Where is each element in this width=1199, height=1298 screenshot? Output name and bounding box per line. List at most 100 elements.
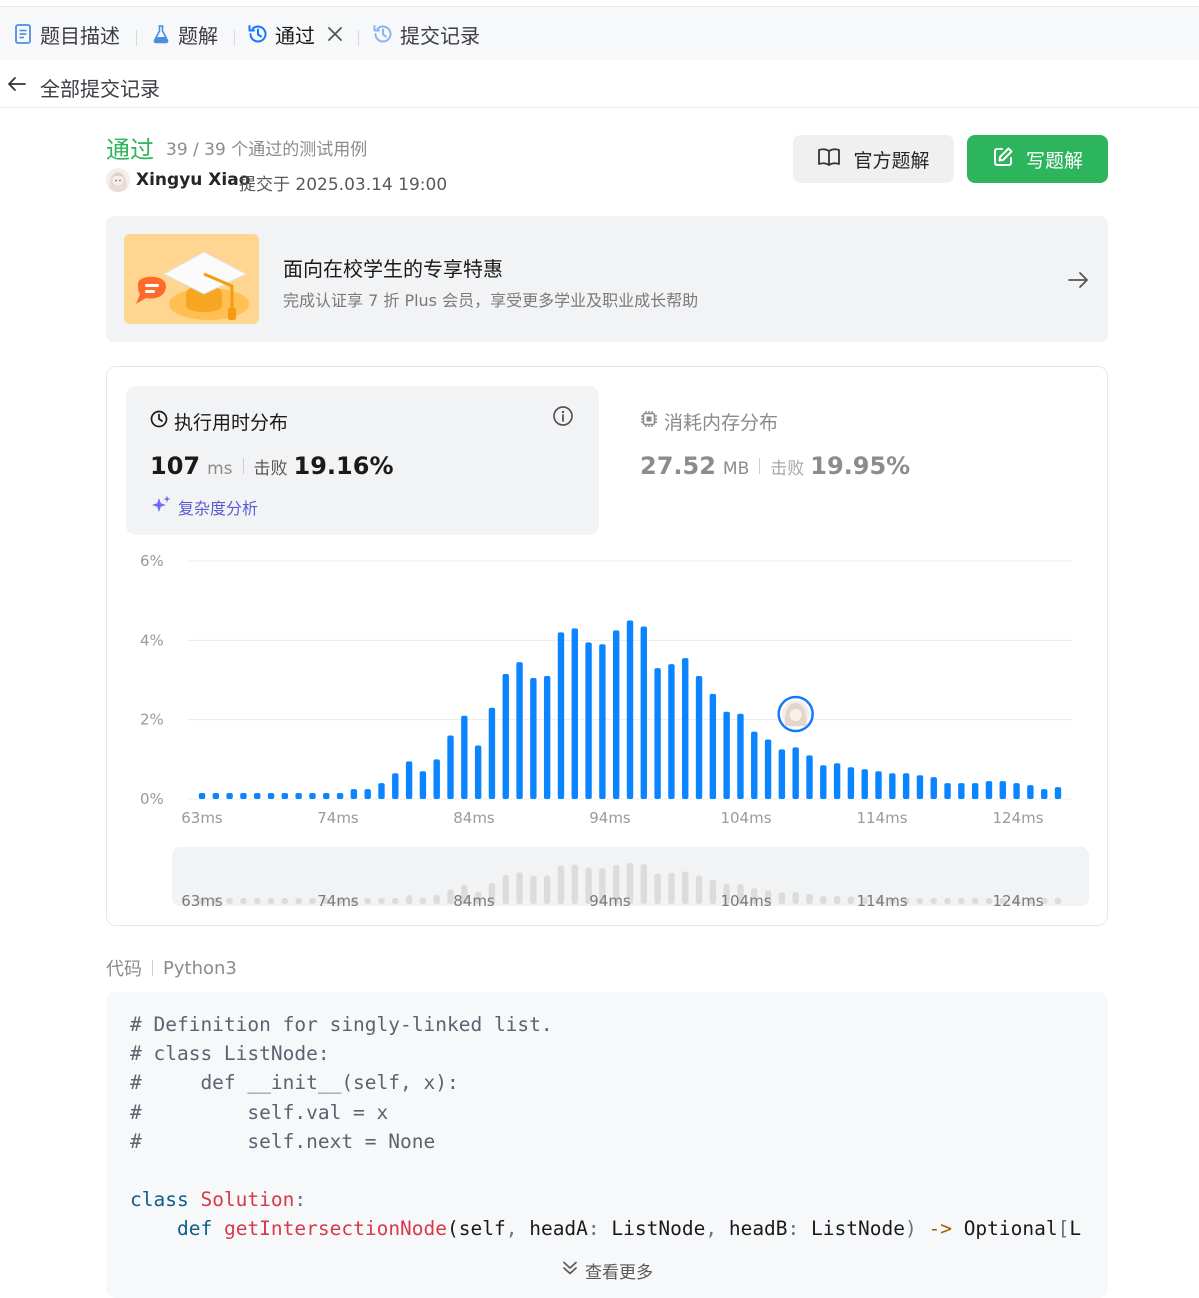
overview-bar	[405, 895, 413, 904]
overview-tick-label: 114ms	[856, 892, 907, 910]
overview-bar	[985, 898, 993, 904]
flask-icon	[150, 23, 172, 45]
histogram-bar	[350, 789, 358, 799]
avatar[interactable]	[106, 168, 130, 192]
official-solution-button[interactable]: 官方题解	[793, 135, 954, 183]
tab-label: 通过	[275, 23, 315, 48]
runtime-distribution-chart[interactable]: 6% 4% 2% 0% 63ms 74ms 84ms 94ms 104ms 114ms 124ms 6…	[107, 367, 1107, 925]
histogram-bar	[309, 793, 316, 799]
avatar-face	[789, 709, 802, 721]
histogram-bar	[516, 662, 523, 799]
close-icon[interactable]	[327, 7, 343, 61]
submitted-time: 提交于 2025.03.14 19:00	[239, 175, 448, 195]
overview-tick-label: 94ms	[589, 892, 631, 910]
x-tick-label: 74ms	[317, 809, 359, 827]
histogram-bar	[378, 783, 385, 799]
overview-bar	[847, 896, 855, 904]
histogram-bar	[985, 781, 993, 799]
histogram-bar	[999, 781, 1006, 799]
histogram-bar	[916, 775, 924, 799]
tab-divider	[234, 30, 235, 46]
histogram-bar	[433, 759, 440, 799]
tab-label: 题目描述	[40, 23, 120, 48]
overview-bar	[709, 879, 717, 904]
histogram-bar	[419, 771, 427, 799]
back-bar: 全部提交记录	[0, 60, 1199, 108]
histogram-bar	[682, 658, 689, 799]
histogram-bar	[281, 793, 289, 799]
tab-solutions[interactable]: 题解	[150, 7, 218, 61]
arrow-right-icon[interactable]	[1066, 268, 1090, 292]
histogram-bar	[640, 626, 648, 799]
username[interactable]: Xingyu Xiao	[136, 170, 250, 190]
student-promo-banner[interactable]: 面向在校学生的专享特惠 完成认证享 7 折 Plus 会员，享受更多学业及职业成…	[106, 216, 1108, 342]
overview-bar	[240, 898, 247, 904]
show-more-button[interactable]: 查看更多	[106, 1258, 1108, 1283]
performance-panel: 执行用时分布 107 ms 击败 19.16% 复杂度分析 消耗内存分布 27.…	[106, 366, 1108, 926]
histogram-bar	[695, 676, 703, 799]
histogram-bar	[1054, 787, 1062, 799]
histogram-bar	[902, 773, 910, 799]
write-solution-button[interactable]: 写题解	[967, 135, 1108, 183]
tab-accepted[interactable]: 通过	[247, 7, 315, 61]
submission-status: 通过	[106, 136, 154, 164]
overview-bar	[295, 898, 302, 904]
source-code[interactable]: # Definition for singly-linked list. # c…	[130, 1010, 1085, 1244]
overview-bar	[820, 896, 827, 904]
histogram-bar	[889, 773, 896, 799]
y-tick-label: 4%	[140, 631, 164, 649]
tab-label: 提交记录	[400, 23, 480, 48]
code-label: 代码	[106, 959, 142, 980]
show-more-label: 查看更多	[585, 1263, 653, 1283]
tab-divider	[358, 30, 359, 46]
code-language: Python3	[163, 957, 237, 979]
x-tick-label: 124ms	[992, 809, 1043, 827]
code-block[interactable]: # Definition for singly-linked list. # c…	[106, 992, 1108, 1298]
histogram-bar	[240, 793, 247, 799]
histogram-bar	[654, 668, 661, 799]
histogram-bar	[792, 747, 799, 799]
overview-bar	[944, 898, 951, 904]
histogram-bar	[502, 674, 509, 799]
tab-description[interactable]: 题目描述	[12, 7, 120, 61]
histogram-bar	[737, 713, 744, 799]
histogram-bar	[295, 793, 302, 799]
overview-tick-label: 74ms	[317, 892, 359, 910]
y-tick-label: 6%	[140, 552, 164, 570]
histogram-bar	[833, 763, 841, 799]
overview-bar	[971, 898, 979, 904]
overview-bar	[392, 898, 399, 904]
overview-bar	[668, 872, 675, 904]
histogram-bar	[626, 620, 634, 799]
x-tick-label: 114ms	[856, 809, 907, 827]
promo-subtitle: 完成认证享 7 折 Plus 会员，享受更多学业及职业成长帮助	[283, 291, 699, 310]
histogram-bar	[971, 783, 979, 799]
histogram-bar	[226, 793, 233, 799]
overview-bar	[378, 898, 385, 904]
histogram-bar	[212, 793, 220, 799]
overview-bar	[557, 865, 565, 904]
histogram-bar	[254, 793, 261, 799]
overview-bar	[958, 898, 965, 904]
histogram-bar	[364, 789, 371, 799]
overview-tick-label: 63ms	[181, 892, 223, 910]
histogram-bar	[847, 767, 855, 799]
histogram-bar	[764, 739, 772, 799]
overview-bar	[571, 864, 578, 904]
overview-bar	[226, 898, 233, 904]
all-submissions-link[interactable]: 全部提交记录	[40, 73, 160, 102]
histogram-bar	[930, 777, 937, 799]
histogram-bar	[543, 676, 551, 799]
histogram-bar	[447, 735, 454, 799]
code-header: 代码 Python3	[106, 955, 237, 981]
overview-bar	[502, 875, 509, 904]
overview-bar	[916, 898, 924, 904]
histogram-bar	[488, 707, 496, 799]
tab-submissions[interactable]: 提交记录	[372, 7, 480, 61]
overview-bar	[309, 898, 316, 904]
overview-bar	[419, 897, 427, 904]
arrow-left-icon[interactable]	[6, 73, 28, 95]
divider	[152, 960, 153, 976]
overview-bar	[364, 898, 371, 904]
histogram-bar	[709, 693, 717, 799]
